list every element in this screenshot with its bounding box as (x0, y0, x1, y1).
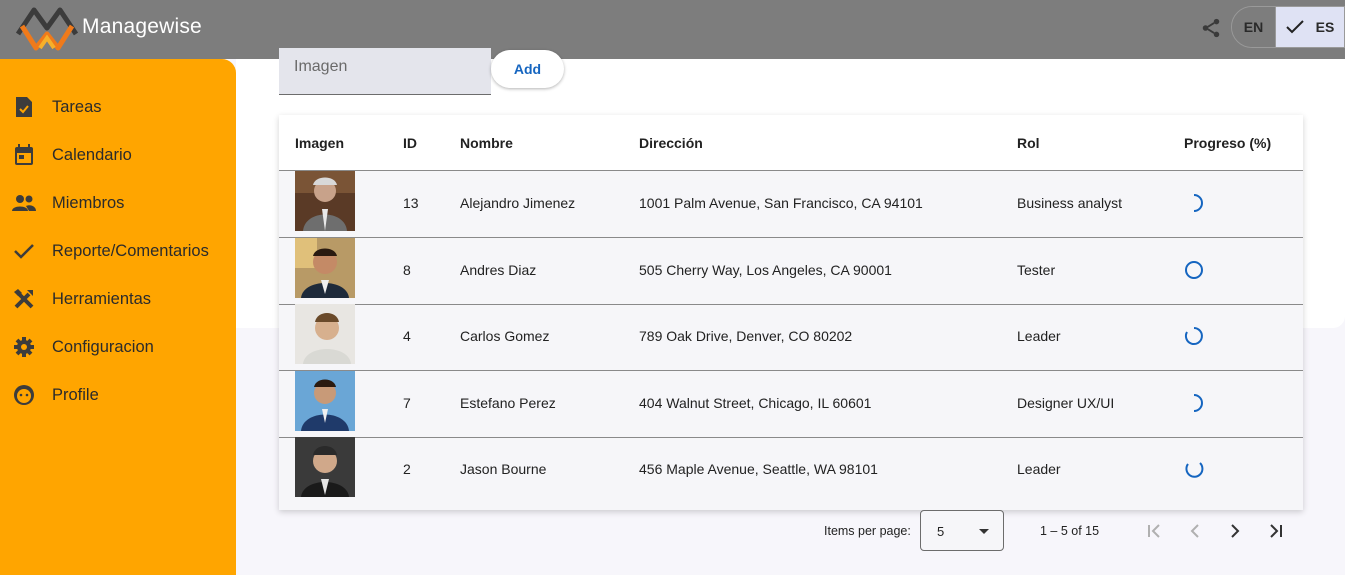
first-page-button[interactable] (1140, 516, 1170, 546)
header-name: Nombre (460, 135, 513, 151)
top-app-bar: Managewise EN ES (0, 0, 1345, 59)
member-role: Leader (1017, 328, 1061, 344)
check-icon (1285, 20, 1304, 34)
first-page-icon (1148, 524, 1160, 538)
members-table: Imagen ID Nombre Dirección Rol Progreso … (279, 115, 1303, 510)
language-toggle: EN ES (1231, 6, 1345, 48)
member-name: Alejandro Jimenez (460, 195, 576, 211)
sidebar-item-label: Calendario (52, 145, 132, 164)
page-size-value: 5 (937, 524, 945, 539)
last-page-button[interactable] (1260, 516, 1290, 546)
sidebar-item-calendario[interactable]: Calendario (0, 135, 236, 175)
table-row[interactable]: 4 Carlos Gomez 789 Oak Drive, Denver, CO… (279, 304, 1303, 371)
face-icon (12, 383, 36, 407)
dropdown-arrow-icon (979, 529, 989, 534)
progress-spinner (1185, 462, 1204, 478)
member-id: 2 (403, 461, 411, 477)
tools-icon (12, 287, 36, 311)
people-icon (12, 191, 36, 215)
header-address: Dirección (639, 135, 703, 151)
sidebar-item-miembros[interactable]: Miembros (0, 183, 236, 223)
last-page-icon (1270, 524, 1282, 538)
sidebar-item-label: Configuracion (52, 337, 154, 356)
member-address: 456 Maple Avenue, Seattle, WA 98101 (639, 461, 878, 477)
progress-spinner (1193, 194, 1203, 212)
task-icon (12, 95, 36, 119)
previous-page-button[interactable] (1180, 516, 1210, 546)
sidebar-item-reporte[interactable]: Reporte/Comentarios (0, 231, 236, 271)
header-progress: Progreso (%) (1184, 135, 1272, 151)
page-range-label: 1 – 5 of 15 (1040, 524, 1100, 538)
managewise-logo (15, 7, 79, 51)
image-input[interactable] (279, 48, 491, 94)
member-id: 7 (403, 395, 411, 411)
member-name: Jason Bourne (460, 461, 547, 477)
progress-spinner (1185, 261, 1203, 279)
share-button[interactable] (1196, 13, 1226, 43)
member-role: Tester (1017, 262, 1056, 278)
chevron-right-icon (1231, 524, 1240, 538)
language-es-label: ES (1315, 19, 1335, 35)
table-header: Imagen ID Nombre Dirección Rol Progreso … (279, 115, 1303, 171)
sidebar-item-label: Tareas (52, 97, 102, 116)
progress-spinner (1193, 394, 1203, 412)
member-address: 404 Walnut Street, Chicago, IL 60601 (639, 395, 872, 411)
member-name: Andres Diaz (460, 262, 537, 278)
gear-icon (12, 335, 36, 359)
sidebar-item-herramientas[interactable]: Herramientas (0, 279, 236, 319)
progress-spinner (1184, 327, 1203, 345)
table-row[interactable]: 2 Jason Bourne 456 Maple Avenue, Seattle… (279, 437, 1303, 504)
sidebar-item-configuracion[interactable]: Configuracion (0, 327, 236, 367)
header-id: ID (403, 135, 417, 151)
page-size-select[interactable]: 5 (920, 510, 1004, 551)
language-en-button[interactable]: EN (1232, 7, 1276, 47)
sidebar-item-label: Miembros (52, 193, 125, 212)
table-row[interactable]: 8 Andres Diaz 505 Cherry Way, Los Angele… (279, 238, 1303, 305)
language-en-label: EN (1243, 19, 1264, 35)
member-name: Carlos Gomez (460, 328, 550, 344)
member-photo (295, 238, 355, 298)
member-photo (295, 171, 355, 231)
member-photo (295, 371, 355, 431)
sidebar-item-label: Profile (52, 385, 99, 404)
language-es-button[interactable]: ES (1276, 7, 1344, 47)
member-id: 4 (403, 328, 411, 344)
share-icon (1202, 18, 1220, 38)
member-address: 505 Cherry Way, Los Angeles, CA 90001 (639, 262, 892, 278)
member-photo (295, 304, 355, 364)
table-row[interactable]: 13 Alejandro Jimenez 1001 Palm Avenue, S… (279, 171, 1303, 238)
member-id: 8 (403, 262, 411, 278)
sidebar: Tareas Calendario Miembros Reporte/Comen… (0, 59, 236, 575)
member-role: Designer UX/UI (1017, 395, 1115, 411)
header-image: Imagen (295, 135, 345, 151)
member-address: 1001 Palm Avenue, San Francisco, CA 9410… (639, 195, 923, 211)
table-row[interactable]: 7 Estefano Perez 404 Walnut Street, Chic… (279, 371, 1303, 438)
app-title: Managewise (82, 15, 202, 38)
member-address: 789 Oak Drive, Denver, CO 80202 (639, 328, 853, 344)
image-input-field (279, 48, 491, 95)
sidebar-item-profile[interactable]: Profile (0, 375, 236, 415)
member-name: Estefano Perez (460, 395, 556, 411)
items-per-page-label: Items per page: (824, 524, 911, 538)
member-role: Business analyst (1017, 195, 1123, 211)
next-page-button[interactable] (1220, 516, 1250, 546)
check-icon (12, 239, 36, 263)
calendar-icon (12, 143, 36, 167)
member-role: Leader (1017, 461, 1061, 477)
add-button[interactable]: Add (491, 50, 564, 88)
member-photo (295, 437, 355, 497)
sidebar-item-tareas[interactable]: Tareas (0, 87, 236, 127)
chevron-left-icon (1190, 524, 1199, 538)
header-role: Rol (1017, 135, 1040, 151)
sidebar-item-label: Herramientas (52, 289, 152, 308)
member-id: 13 (403, 195, 419, 211)
sidebar-item-label: Reporte/Comentarios (52, 241, 209, 260)
